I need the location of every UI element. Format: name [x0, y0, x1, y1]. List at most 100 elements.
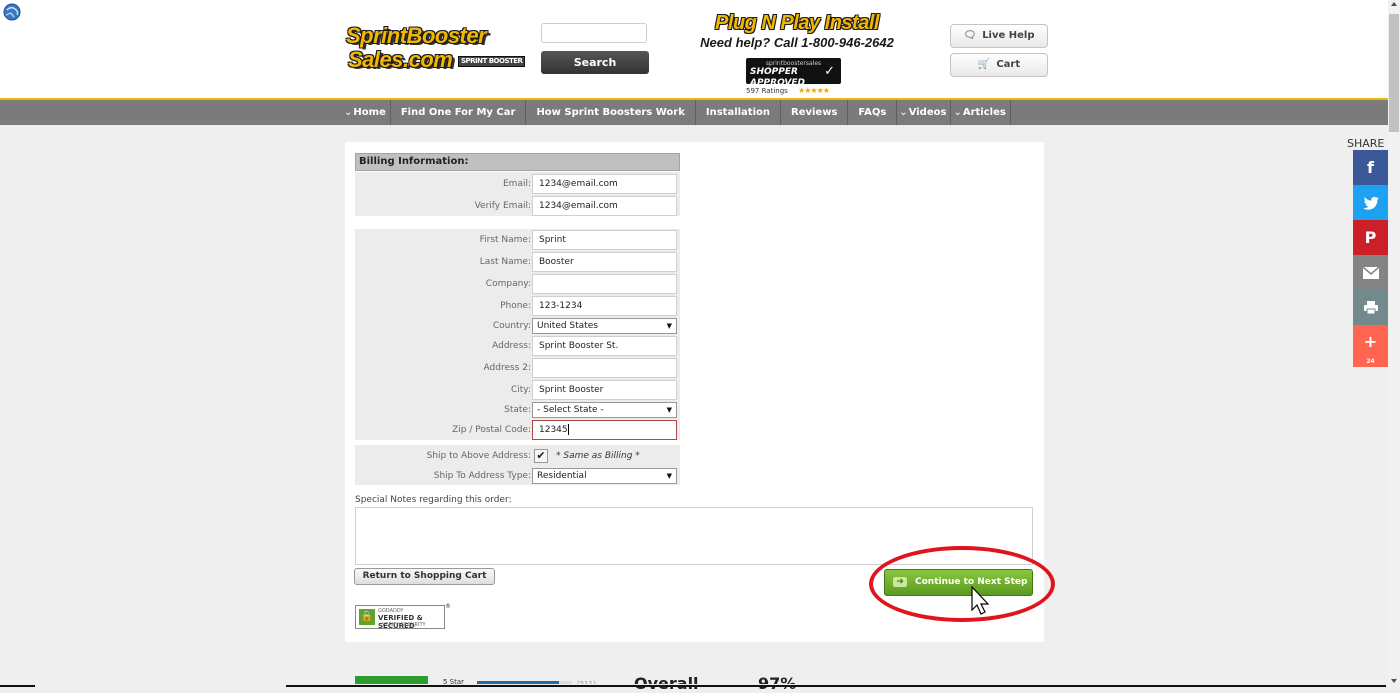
- ship-type-select[interactable]: Residential ▼: [532, 468, 677, 484]
- promo-phone: Need help? Call 1-800-946-2642: [700, 35, 894, 50]
- nav-item-home[interactable]: ⌄Home: [342, 100, 391, 125]
- live-help-label: Live Help: [982, 30, 1035, 41]
- ship-above-row: Ship to Above Address: ✔ * Same as Billi…: [355, 445, 680, 467]
- dropdown-arrow-icon: ▼: [666, 406, 672, 414]
- facebook-icon: f: [1367, 158, 1374, 177]
- ship-type-row: Ship To Address Type: Residential ▼: [355, 465, 680, 487]
- share-label: SHARE: [1347, 137, 1385, 150]
- nav-item-articles[interactable]: ⌄Articles: [951, 100, 1011, 125]
- email-field[interactable]: 1234@email.com: [532, 174, 677, 194]
- email-share-button[interactable]: [1353, 255, 1388, 290]
- address2-label: Address 2:: [483, 363, 531, 373]
- address-label: Address:: [492, 341, 531, 351]
- first-name-field[interactable]: Sprint: [532, 230, 677, 250]
- pinterest-icon: P: [1364, 228, 1377, 247]
- state-label: State:: [504, 405, 531, 415]
- billing-section-title: Billing Information:: [355, 153, 680, 171]
- email-label: Email:: [502, 179, 531, 189]
- shopper-approved-badge[interactable]: sprintboostersales SHOPPER APPROVED ✓: [746, 58, 841, 88]
- chevron-down-icon: ⌄: [953, 107, 962, 118]
- first-name-label: First Name:: [479, 235, 531, 245]
- more-share-button[interactable]: + 24: [1353, 325, 1388, 367]
- nav-item-faqs[interactable]: FAQs: [848, 100, 898, 125]
- scrollbar-thumb[interactable]: [1389, 14, 1399, 132]
- dropdown-arrow-icon: ▼: [666, 322, 672, 330]
- security-seal[interactable]: 🔒 GODADDY VERIFIED & SECURED VERIFY SECU…: [355, 605, 445, 630]
- phone-field[interactable]: 123-1234: [532, 296, 677, 316]
- address-field[interactable]: Sprint Booster St.: [532, 336, 677, 356]
- rating-stars-icon: ★★★★★: [798, 86, 830, 95]
- scroll-up-arrow-icon[interactable]: [1391, 2, 1397, 6]
- cart-icon: 🛒: [977, 59, 991, 70]
- print-share-button[interactable]: [1353, 290, 1388, 325]
- address-row: Address: Sprint Booster St.: [355, 335, 680, 357]
- scroll-down-arrow-icon[interactable]: [1391, 679, 1397, 683]
- mouse-pointer-icon: [971, 586, 990, 615]
- seal-verify-link: VERIFY SECURITY: [382, 622, 426, 628]
- phone-row: Phone: 123-1234: [355, 295, 680, 317]
- promo-title: Plug N Play Install: [715, 12, 879, 34]
- company-field[interactable]: [532, 274, 677, 294]
- main-nav: ⌄Home Find One For My Car How Sprint Boo…: [0, 100, 1388, 125]
- last-name-field[interactable]: Booster: [532, 252, 677, 272]
- nav-item-find[interactable]: Find One For My Car: [391, 100, 527, 125]
- live-help-button[interactable]: 🗨 Live Help: [950, 24, 1048, 48]
- return-to-cart-button[interactable]: Return to Shopping Cart: [354, 568, 495, 585]
- site-header: [0, 0, 1388, 98]
- nav-videos-label: Videos: [908, 107, 947, 118]
- site-logo[interactable]: SprintBooster Sales.com SPRINT BOOSTER: [346, 23, 526, 74]
- search-button[interactable]: Search: [541, 51, 649, 74]
- city-field[interactable]: Sprint Booster: [532, 380, 677, 400]
- notes-label: Special Notes regarding this order:: [355, 495, 512, 505]
- address2-field[interactable]: [532, 358, 677, 378]
- plus-icon: +: [1363, 332, 1378, 351]
- country-label: Country:: [492, 321, 531, 331]
- facebook-share-button[interactable]: f: [1353, 150, 1388, 185]
- ship-type-value: Residential: [537, 471, 587, 481]
- nav-item-installation[interactable]: Installation: [696, 100, 781, 125]
- last-name-label: Last Name:: [479, 257, 531, 267]
- verify-email-field[interactable]: 1234@email.com: [532, 196, 677, 216]
- zip-row: Zip / Postal Code: 12345: [355, 419, 680, 441]
- cart-label: Cart: [996, 59, 1021, 70]
- globe-icon[interactable]: [2, 2, 22, 22]
- seal-registered-mark: ®: [445, 603, 451, 610]
- cart-button[interactable]: 🛒 Cart: [950, 53, 1048, 77]
- email-row: Email: 1234@email.com: [355, 173, 680, 195]
- verify-email-label: Verify Email:: [474, 201, 531, 211]
- nav-item-how[interactable]: How Sprint Boosters Work: [526, 100, 696, 125]
- chevron-down-icon: ⌄: [344, 107, 353, 118]
- country-select[interactable]: United States ▼: [532, 318, 677, 334]
- twitter-share-button[interactable]: [1353, 185, 1388, 220]
- address2-row: Address 2:: [355, 357, 680, 379]
- logo-text-line1: SprintBooster: [346, 23, 487, 48]
- city-label: City:: [510, 385, 531, 395]
- verify-email-row: Verify Email: 1234@email.com: [355, 195, 680, 217]
- checkmark-icon: ✓: [824, 64, 835, 79]
- state-select[interactable]: - Select State - ▼: [532, 402, 677, 418]
- zip-value: 12345: [539, 425, 568, 435]
- city-row: City: Sprint Booster: [355, 379, 680, 401]
- logo-text-line2: Sales.com: [348, 47, 453, 72]
- envelope-icon: [1362, 266, 1379, 279]
- nav-item-videos[interactable]: ⌄Videos: [897, 100, 952, 125]
- state-row: State: - Select State - ▼: [355, 399, 680, 421]
- country-value: United States: [537, 321, 598, 331]
- country-row: Country: United States ▼: [355, 315, 680, 337]
- nav-item-reviews[interactable]: Reviews: [781, 100, 849, 125]
- zip-field[interactable]: 12345: [532, 420, 677, 440]
- ratings-count: 597 Ratings: [746, 87, 788, 95]
- dropdown-arrow-icon: ▼: [666, 472, 672, 480]
- same-as-billing-note: * Same as Billing *: [556, 451, 640, 461]
- chat-bubble-icon: 🗨: [963, 30, 977, 41]
- company-label: Company:: [485, 279, 531, 289]
- red-highlight-circle: [869, 546, 1055, 622]
- state-value: - Select State -: [537, 405, 604, 415]
- printer-icon: [1363, 301, 1378, 315]
- pinterest-share-button[interactable]: P: [1353, 220, 1388, 255]
- nav-home-label: Home: [353, 107, 386, 118]
- search-input[interactable]: [541, 23, 647, 43]
- ratings-summary[interactable]: 597 Ratings ★★★★★: [746, 86, 830, 95]
- ship-above-checkbox[interactable]: ✔: [534, 449, 548, 463]
- last-name-row: Last Name: Booster: [355, 251, 680, 273]
